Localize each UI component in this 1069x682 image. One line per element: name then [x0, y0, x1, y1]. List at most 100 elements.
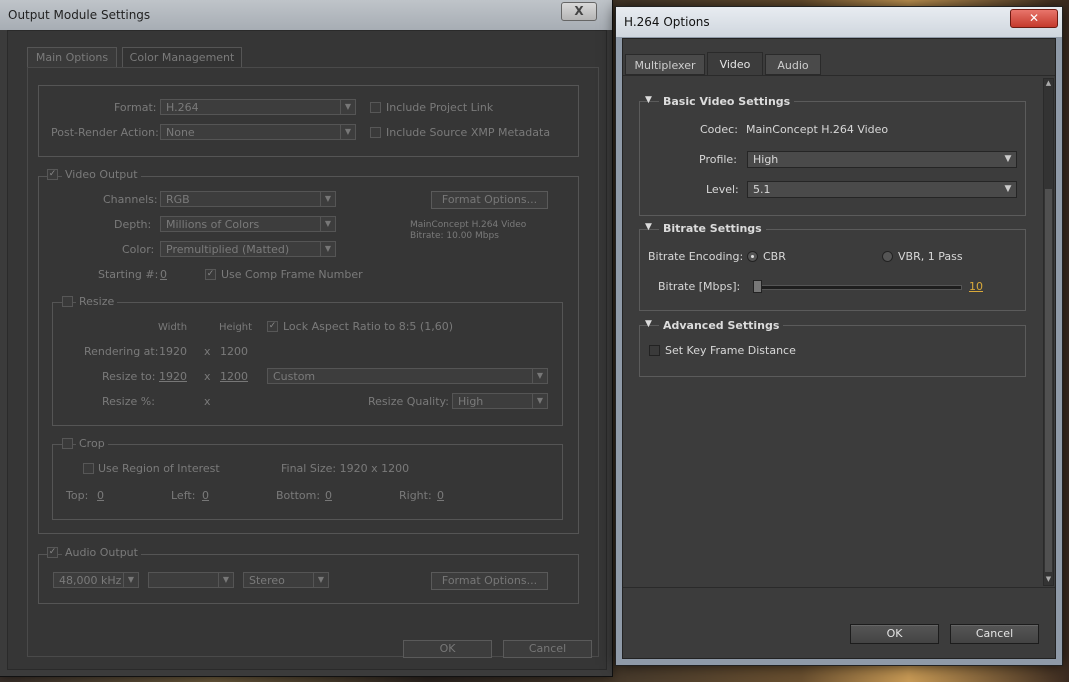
rendering-width: 1920 [159, 345, 187, 358]
collapse-arrow-icon[interactable]: ▼ [645, 319, 652, 329]
resize-to-width[interactable]: 1920 [159, 370, 187, 383]
video-format-options-button[interactable]: Format Options... [431, 191, 548, 209]
close-button[interactable]: ✕ [1010, 9, 1058, 28]
bitrate-mbps-label: Bitrate [Mbps]: [658, 280, 741, 293]
basic-video-settings-header: Basic Video Settings [659, 95, 795, 108]
chevron-down-icon: ▼ [218, 573, 233, 587]
resize-percent-label: Resize %: [102, 395, 155, 408]
tab-audio[interactable]: Audio [765, 54, 821, 75]
crop-left-value[interactable]: 0 [202, 489, 209, 502]
collapse-arrow-icon[interactable]: ▼ [645, 222, 652, 232]
level-label: Level: [706, 183, 739, 196]
ok-button[interactable]: OK [403, 640, 492, 658]
codec-label: Codec: [700, 123, 738, 136]
set-key-frame-label: Set Key Frame Distance [665, 344, 796, 357]
cbr-radio[interactable] [747, 251, 758, 262]
bitrate-slider-thumb[interactable] [753, 280, 762, 293]
resize-quality-label: Resize Quality: [368, 395, 449, 408]
profile-label: Profile: [699, 153, 737, 166]
include-project-link-checkbox[interactable] [370, 102, 381, 113]
bitrate-value[interactable]: 10 [969, 280, 983, 293]
tab-divider [623, 75, 1055, 76]
depth-label: Depth: [114, 218, 152, 231]
chevron-down-icon: ▼ [320, 242, 335, 256]
post-render-value: None [166, 126, 195, 139]
bitrate-encoding-label: Bitrate Encoding: [648, 250, 744, 263]
audio-output-checkbox[interactable]: ✓ [47, 547, 58, 558]
rendering-height: 1200 [220, 345, 248, 358]
set-key-frame-checkbox[interactable] [649, 345, 660, 356]
level-dropdown[interactable]: 5.1 ▼ [747, 181, 1017, 198]
tab-video[interactable]: Video [707, 52, 763, 75]
use-roi-checkbox[interactable] [83, 463, 94, 474]
scrollbar-thumb[interactable] [1045, 189, 1052, 572]
resize-to-x: x [204, 370, 211, 383]
color-value: Premultiplied (Matted) [166, 243, 290, 256]
color-dropdown[interactable]: Premultiplied (Matted) ▼ [160, 241, 336, 257]
height-header: Height [219, 322, 253, 333]
profile-dropdown[interactable]: High ▼ [747, 151, 1017, 168]
include-xmp-checkbox[interactable] [370, 127, 381, 138]
audio-depth-dropdown[interactable]: ▼ [148, 572, 234, 588]
cancel-button[interactable]: Cancel [950, 624, 1039, 644]
format-group [38, 85, 579, 157]
output-module-settings-dialog: Output Module Settings X Main Options Co… [0, 0, 612, 676]
cancel-button[interactable]: Cancel [503, 640, 592, 658]
close-button[interactable]: X [561, 2, 597, 21]
rendering-at-label: Rendering at: [84, 345, 159, 358]
close-icon: ✕ [1028, 11, 1040, 25]
resize-to-label: Resize to: [102, 370, 156, 383]
chevron-down-icon: ▼ [340, 100, 355, 114]
codec-info-line-2: Bitrate: 10.00 Mbps [410, 231, 499, 241]
color-label: Color: [122, 243, 155, 256]
resize-preset-dropdown[interactable]: Custom ▼ [267, 368, 548, 384]
video-output-checkbox[interactable]: ✓ [47, 169, 58, 180]
dialog-title: Output Module Settings [8, 8, 151, 22]
footer-divider [623, 587, 1055, 588]
ok-button[interactable]: OK [850, 624, 939, 644]
channels-dropdown[interactable]: RGB ▼ [160, 191, 336, 207]
lock-aspect-checkbox[interactable]: ✓ [267, 321, 278, 332]
depth-value: Millions of Colors [166, 218, 260, 231]
crop-checkbox[interactable] [62, 438, 73, 449]
crop-right-value[interactable]: 0 [437, 489, 444, 502]
audio-output-label: Audio Output [62, 546, 141, 559]
advanced-settings-header: Advanced Settings [659, 319, 784, 332]
tab-color-management[interactable]: Color Management [122, 47, 242, 67]
dialog-title: H.264 Options [624, 15, 710, 29]
crop-top-value[interactable]: 0 [97, 489, 104, 502]
chevron-down-icon: ▼ [313, 573, 328, 587]
profile-value: High [753, 153, 779, 166]
format-dropdown[interactable]: H.264 ▼ [160, 99, 356, 115]
scroll-up-icon[interactable]: ▲ [1044, 79, 1053, 89]
resize-quality-value: High [458, 395, 484, 408]
bitrate-slider-track[interactable] [755, 285, 962, 290]
audio-format-options-button[interactable]: Format Options... [431, 572, 548, 590]
use-comp-frame-checkbox[interactable]: ✓ [205, 269, 216, 280]
tab-multiplexer[interactable]: Multiplexer [625, 54, 705, 75]
starting-number-value[interactable]: 0 [160, 268, 167, 281]
video-output-label: Video Output [62, 168, 141, 181]
crop-right-label: Right: [399, 489, 432, 502]
resize-to-height[interactable]: 1200 [220, 370, 248, 383]
channels-value: RGB [166, 193, 190, 206]
audio-channels-dropdown[interactable]: Stereo ▼ [243, 572, 329, 588]
audio-channels-value: Stereo [249, 574, 285, 587]
depth-dropdown[interactable]: Millions of Colors ▼ [160, 216, 336, 232]
resize-quality-dropdown[interactable]: High ▼ [452, 393, 548, 409]
crop-label: Crop [76, 437, 108, 450]
crop-bottom-value[interactable]: 0 [325, 489, 332, 502]
scrollbar[interactable]: ▲ ▼ [1043, 78, 1054, 586]
scroll-down-icon[interactable]: ▼ [1044, 575, 1053, 585]
starting-number-label: Starting #: [98, 268, 159, 281]
audio-rate-dropdown[interactable]: 48,000 kHz ▼ [53, 572, 139, 588]
vbr-radio[interactable] [882, 251, 893, 262]
chevron-down-icon: ▼ [532, 369, 547, 383]
resize-checkbox[interactable] [62, 296, 73, 307]
post-render-dropdown[interactable]: None ▼ [160, 124, 356, 140]
tab-main-options[interactable]: Main Options [27, 47, 117, 67]
include-xmp-label: Include Source XMP Metadata [386, 126, 551, 139]
audio-rate-value: 48,000 kHz [59, 574, 122, 587]
collapse-arrow-icon[interactable]: ▼ [645, 95, 652, 105]
post-render-label: Post-Render Action: [51, 126, 159, 139]
